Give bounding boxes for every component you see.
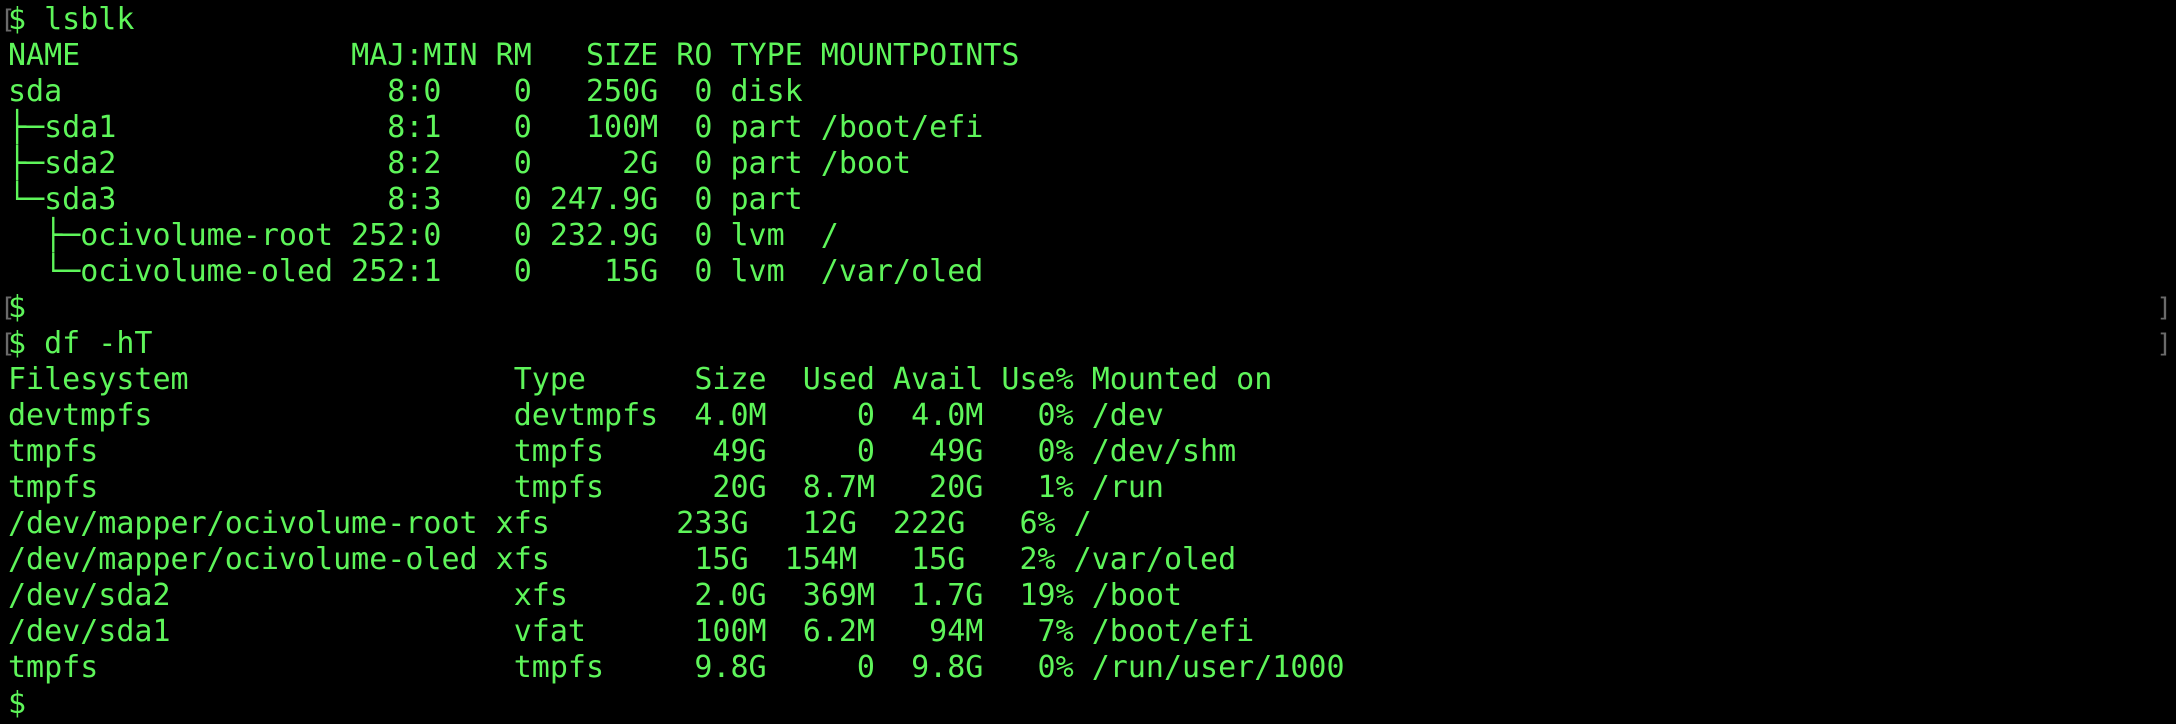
df-row-ocivolume-oled: /dev/mapper/ocivolume-oled xfs 15G 154M … (8, 542, 1237, 577)
prompt-mark-right: ] (2156, 329, 2172, 359)
df-row-ocivolume-root: /dev/mapper/ocivolume-root xfs 233G 12G … (8, 506, 1092, 541)
prompt-mark-left: [ (0, 329, 16, 359)
lsblk-row-sda3: └─sda3 8:3 0 247.9G 0 part (8, 182, 803, 217)
df-row-devtmpfs: devtmpfs devtmpfs 4.0M 0 4.0M 0% /dev (8, 398, 1164, 433)
prompt-line-current[interactable]: $ (8, 686, 2168, 722)
df-row-tmpfs-user: tmpfs tmpfs 9.8G 0 9.8G 0% /run/user/100… (8, 650, 1345, 685)
lsblk-row-sda: sda 8:0 0 250G 0 disk (8, 74, 803, 109)
lsblk-row-ocivolume-root: ├─ocivolume-root 252:0 0 232.9G 0 lvm / (8, 218, 839, 253)
prompt-mark-left: [ (0, 5, 16, 35)
lsblk-row-ocivolume-oled: └─ocivolume-oled 252:1 0 15G 0 lvm /var/… (8, 254, 984, 289)
df-header: Filesystem Type Size Used Avail Use% Mou… (8, 362, 1273, 397)
prompt-mark-left: [ (0, 293, 16, 323)
df-row-sda1: /dev/sda1 vfat 100M 6.2M 94M 7% /boot/ef… (8, 614, 1255, 649)
df-row-tmpfs-run: tmpfs tmpfs 20G 8.7M 20G 1% /run (8, 470, 1164, 505)
prompt-mark-right: ] (2156, 293, 2172, 323)
command-line-lsblk: $ lsblk (8, 2, 135, 37)
df-row-sda2: /dev/sda2 xfs 2.0G 369M 1.7G 19% /boot (8, 578, 1182, 613)
lsblk-row-sda2: ├─sda2 8:2 0 2G 0 part /boot (8, 146, 912, 181)
terminal-window[interactable]: $ lsblk NAME MAJ:MIN RM SIZE RO TYPE MOU… (8, 2, 2168, 722)
prompt-line-empty: $ (8, 290, 27, 325)
lsblk-header: NAME MAJ:MIN RM SIZE RO TYPE MOUNTPOINTS (8, 38, 1020, 73)
command-line-df: $ df -hT (8, 326, 153, 361)
df-row-tmpfs-shm: tmpfs tmpfs 49G 0 49G 0% /dev/shm (8, 434, 1237, 469)
lsblk-row-sda1: ├─sda1 8:1 0 100M 0 part /boot/efi (8, 110, 984, 145)
